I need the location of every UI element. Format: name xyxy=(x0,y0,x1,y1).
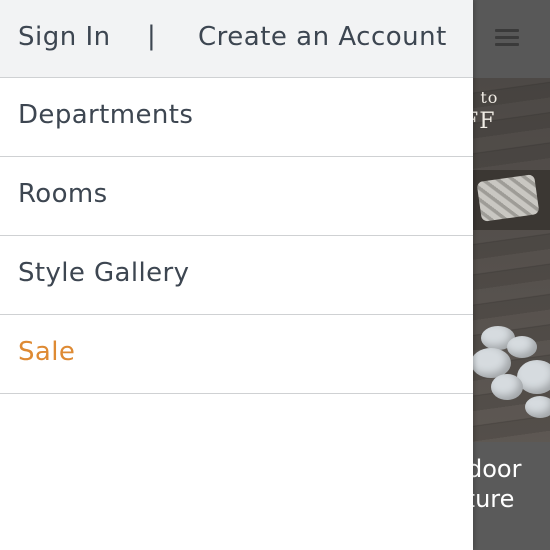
menu-item-label: Style Gallery xyxy=(18,258,190,288)
sign-in-link[interactable]: Sign In xyxy=(18,22,111,52)
background-header xyxy=(473,0,550,78)
hero-banner-image[interactable]: p to FF xyxy=(473,78,550,442)
menu-item-style-gallery[interactable]: Style Gallery xyxy=(0,236,473,315)
create-account-link[interactable]: Create an Account xyxy=(198,22,447,52)
header-separator: | xyxy=(147,21,157,51)
menu-item-departments[interactable]: Departments xyxy=(0,78,473,157)
menu-item-rooms[interactable]: Rooms xyxy=(0,157,473,236)
menu-item-label: Departments xyxy=(18,100,194,130)
caption-line-1: door xyxy=(473,455,522,483)
pillow-image-part xyxy=(476,174,540,222)
menu-item-sale[interactable]: Sale xyxy=(0,315,473,394)
app-screen: p to FF door iture Sign In | Create an A… xyxy=(0,0,550,550)
promo-line-2: FF xyxy=(473,109,496,134)
account-header: Sign In | Create an Account xyxy=(0,0,473,78)
background-page: p to FF door iture xyxy=(473,0,550,550)
promo-line-1: p to xyxy=(473,88,499,107)
menu-item-label: Sale xyxy=(18,337,76,367)
hero-caption[interactable]: door iture xyxy=(473,442,550,550)
menu-item-label: Rooms xyxy=(18,179,108,209)
hamburger-menu-icon[interactable] xyxy=(495,28,519,48)
caption-line-2: iture xyxy=(473,485,515,513)
hero-promo-text: p to FF xyxy=(473,88,550,134)
navigation-drawer: Sign In | Create an Account Departments … xyxy=(0,0,473,550)
stones-image-part xyxy=(473,326,550,446)
